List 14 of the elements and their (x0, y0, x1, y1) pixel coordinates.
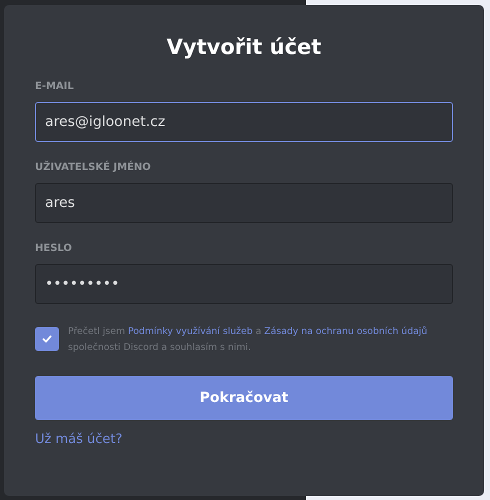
terms-link[interactable]: Zásady na ochranu osobních údajů (264, 326, 428, 337)
agreement-text: Přečetl jsem Podmínky využívání služeb a Zásady na ochranu osobních údajů společnosti Discord a souhlasím s nimi. (68, 325, 428, 355)
terms-link[interactable]: Podmínky využívání služeb (128, 326, 253, 337)
field-label: UŽIVATELSKÉ JMÉNO (35, 162, 152, 173)
input-field[interactable]: ••••••••• (35, 264, 453, 304)
continue-button[interactable]: Pokračovat (35, 376, 453, 420)
login-link[interactable]: Už máš účet? (35, 432, 122, 447)
field-label: HESLO (35, 243, 73, 254)
checkbox[interactable] (35, 327, 59, 351)
dialog-title: Vytvořit účet (166, 35, 322, 59)
field-label: E-MAIL (35, 81, 75, 92)
check-icon (41, 333, 53, 345)
input-field[interactable]: ares (35, 183, 453, 223)
input-field[interactable]: ares@igloonet.cz (35, 102, 453, 142)
